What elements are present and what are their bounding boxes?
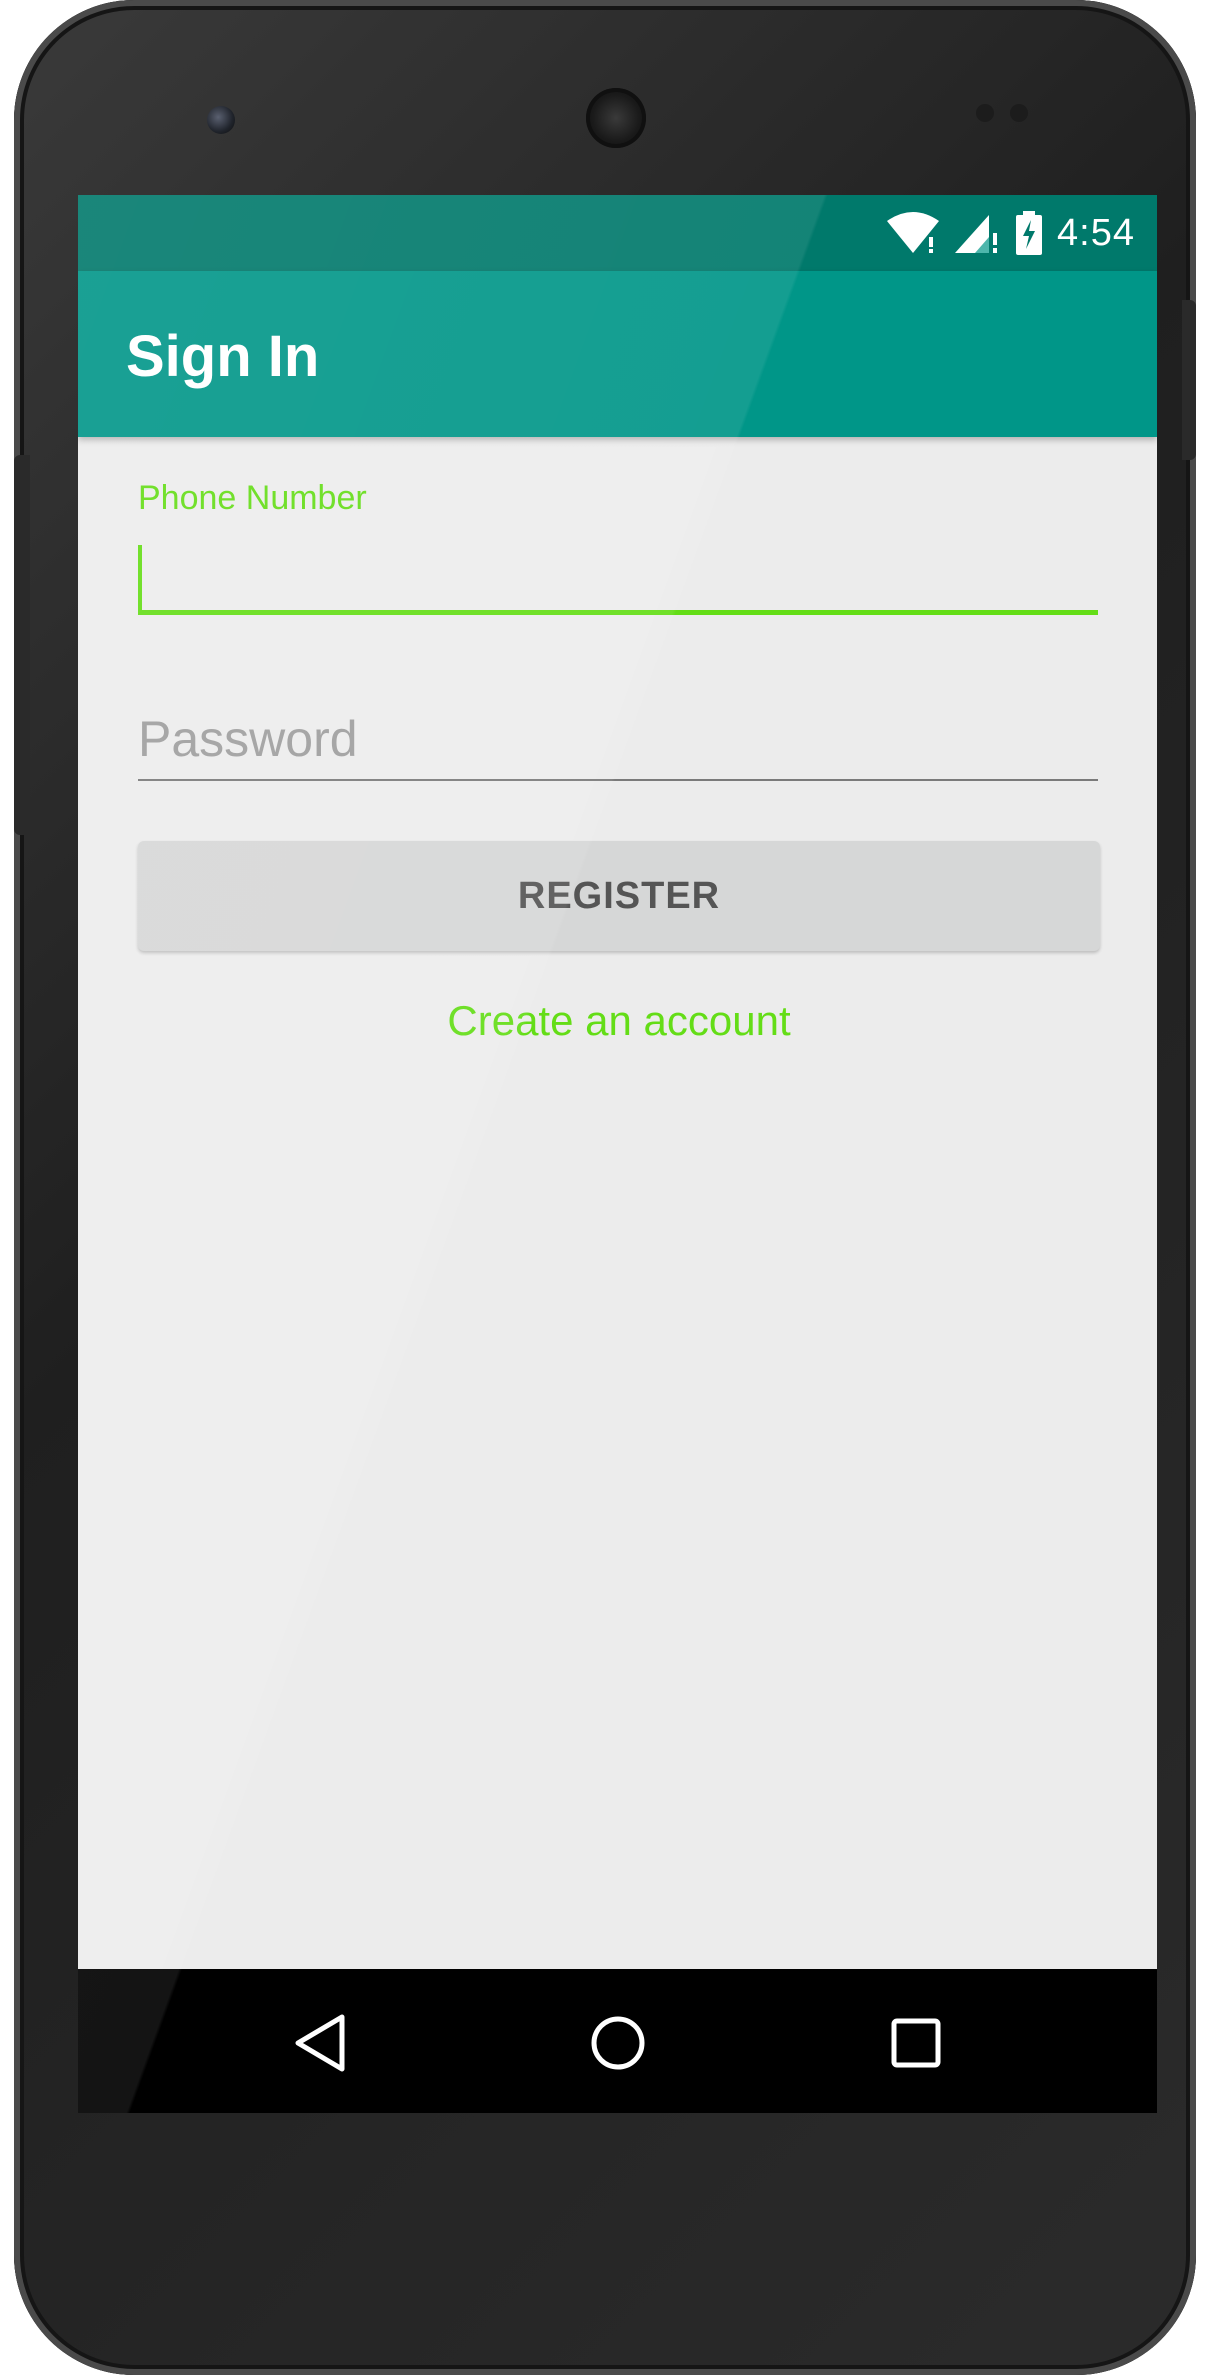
recents-icon (891, 2018, 941, 2068)
status-bar: 4:54 (78, 195, 1157, 271)
back-button[interactable] (290, 2013, 350, 2073)
phone-frame: 4:54 Sign In Phone Number REGISTER Creat… (14, 0, 1196, 2375)
text-cursor (138, 545, 142, 613)
create-account-link[interactable]: Create an account (138, 997, 1100, 1045)
light-sensor (1010, 104, 1028, 122)
wifi-icon (887, 212, 940, 253)
home-icon (591, 2016, 645, 2070)
app-toolbar: Sign In (78, 271, 1157, 437)
phone-screen: 4:54 Sign In Phone Number REGISTER Creat… (78, 195, 1157, 2113)
front-camera (207, 106, 235, 134)
back-icon (295, 2014, 345, 2072)
status-time: 4:54 (1057, 211, 1135, 254)
volume-button (14, 455, 30, 835)
register-button[interactable]: REGISTER (138, 841, 1100, 951)
navigation-bar (78, 1969, 1157, 2113)
home-button[interactable] (588, 2013, 648, 2073)
cell-signal-icon (955, 215, 998, 253)
password-input[interactable] (138, 699, 1098, 781)
earpiece-speaker (586, 88, 646, 148)
phone-number-input[interactable] (138, 533, 1098, 615)
status-icons: 4:54 (885, 209, 1135, 257)
power-button (1182, 300, 1196, 460)
page-title: Sign In (126, 324, 320, 389)
battery-charging-icon (1016, 211, 1043, 255)
phone-number-label: Phone Number (138, 479, 367, 517)
recents-button[interactable] (886, 2013, 946, 2073)
proximity-sensor (976, 104, 994, 122)
